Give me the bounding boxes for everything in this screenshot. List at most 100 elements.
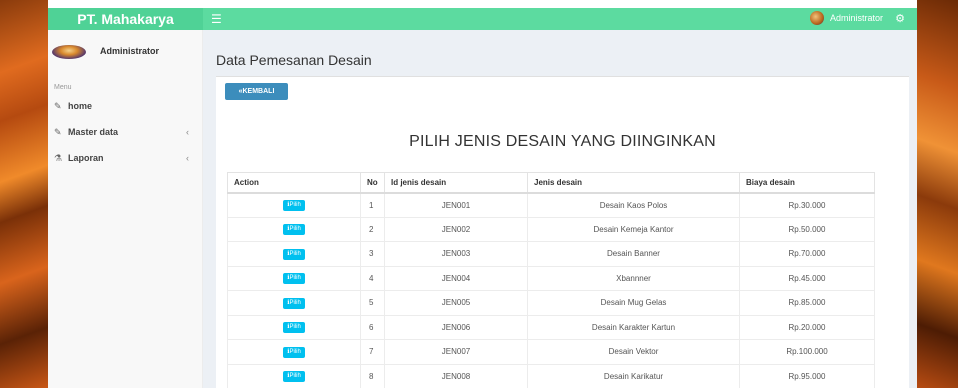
row-biaya: Rp.45.000 <box>739 265 875 291</box>
pilih-label: Pilih <box>289 250 301 257</box>
back-button-label: KEMBALI <box>242 88 275 95</box>
table-row: ℹPilih 7 JEN007 Desain Vektor Rp.100.000 <box>227 339 875 365</box>
row-no: 4 <box>360 265 385 291</box>
table-row: ℹPilih 8 JEN008 Desain Karikatur Rp.95.0… <box>227 363 875 388</box>
window-scrollbar[interactable] <box>944 8 958 388</box>
pilih-button[interactable]: ℹPilih <box>283 322 305 334</box>
content-box: «KEMBALI PILIH JENIS DESAIN YANG DIINGIN… <box>216 76 909 388</box>
row-jenis: Desain Vektor <box>527 339 740 365</box>
table-row: ℹPilih 3 JEN003 Desain Banner Rp.70.000 <box>227 241 875 267</box>
row-no: 8 <box>360 363 385 388</box>
pilih-label: Pilih <box>289 373 301 380</box>
row-id: JEN003 <box>384 241 528 267</box>
row-jenis: Desain Mug Gelas <box>527 290 740 316</box>
row-biaya: Rp.50.000 <box>739 216 875 242</box>
edit-icon: ✎ <box>54 100 62 111</box>
action-cell: ℹPilih <box>227 241 361 267</box>
row-no: 6 <box>360 314 385 340</box>
row-id: JEN004 <box>384 265 528 291</box>
design-type-table: Action No Id jenis desain Jenis desain B… <box>227 172 875 388</box>
chevron-left-icon: ‹ <box>186 153 189 163</box>
pilih-button[interactable]: ℹPilih <box>283 371 305 383</box>
row-biaya: Rp.30.000 <box>739 192 875 218</box>
row-jenis: Xbannner <box>527 265 740 291</box>
sidebar-user-name: Administrator <box>100 46 160 56</box>
row-jenis: Desain Kemeja Kantor <box>527 216 740 242</box>
avatar <box>52 45 86 59</box>
sidebar-item-label: home <box>68 101 93 111</box>
column-header-no[interactable]: No <box>360 172 385 194</box>
row-biaya: Rp.95.000 <box>739 363 875 388</box>
sidebar-item-label: Master data <box>68 127 119 137</box>
pilih-label: Pilih <box>289 324 301 331</box>
column-header-jenis[interactable]: Jenis desain <box>527 172 740 194</box>
row-biaya: Rp.70.000 <box>739 241 875 267</box>
row-biaya: Rp.85.000 <box>739 290 875 316</box>
row-no: 5 <box>360 290 385 316</box>
row-no: 2 <box>360 216 385 242</box>
row-id: JEN007 <box>384 339 528 365</box>
brand-logo[interactable]: PT. Mahakarya <box>48 8 203 30</box>
action-cell: ℹPilih <box>227 363 361 388</box>
sidebar-item-laporan[interactable]: ⚗ Laporan ‹ <box>54 150 199 166</box>
user-menu[interactable]: Administrator <box>809 11 883 25</box>
row-jenis: Desain Kaos Polos <box>527 192 740 218</box>
sitemap-icon: ⚗ <box>54 152 63 163</box>
column-header-action[interactable]: Action <box>227 172 361 194</box>
action-cell: ℹPilih <box>227 192 361 218</box>
desktop-wallpaper-left <box>0 0 48 388</box>
user-name: Administrator <box>829 13 883 23</box>
row-id: JEN002 <box>384 216 528 242</box>
action-cell: ℹPilih <box>227 339 361 365</box>
gears-icon[interactable]: ⚙ <box>895 11 905 27</box>
pilih-label: Pilih <box>289 202 301 208</box>
table-row: ℹPilih 6 JEN006 Desain Karakter Kartun R… <box>227 314 875 340</box>
pilih-button[interactable]: ℹPilih <box>283 224 305 236</box>
column-header-biaya[interactable]: Biaya desain <box>739 172 875 194</box>
row-jenis: Desain Karikatur <box>527 363 740 388</box>
pilih-label: Pilih <box>289 226 301 233</box>
row-biaya: Rp.100.000 <box>739 339 875 365</box>
row-no: 3 <box>360 241 385 267</box>
row-jenis: Desain Karakter Kartun <box>527 314 740 340</box>
table-row: ℹPilih 5 JEN005 Desain Mug Gelas Rp.85.0… <box>227 290 875 316</box>
action-cell: ℹPilih <box>227 290 361 316</box>
action-cell: ℹPilih <box>227 265 361 291</box>
table-row: ℹPilih 4 JEN004 Xbannner Rp.45.000 <box>227 265 875 291</box>
pilih-button[interactable]: ℹPilih <box>283 273 305 285</box>
sidebar-item-home[interactable]: ✎ home <box>54 98 199 114</box>
user-panel: Administrator <box>48 42 203 62</box>
row-id: JEN001 <box>384 192 528 218</box>
row-no: 1 <box>360 192 385 218</box>
row-biaya: Rp.20.000 <box>739 314 875 340</box>
column-header-id[interactable]: Id jenis desain <box>384 172 528 194</box>
action-cell: ℹPilih <box>227 216 361 242</box>
pilih-button[interactable]: ℹPilih <box>283 346 305 358</box>
menu-header: Menu <box>54 84 72 91</box>
table-row: ℹPilih 1 JEN001 Desain Kaos Polos Rp.30.… <box>227 192 875 218</box>
edit-icon: ✎ <box>54 126 62 137</box>
chevron-left-icon: ‹ <box>186 127 189 137</box>
hamburger-icon[interactable]: ☰ <box>211 11 222 27</box>
sidebar-item-master-data[interactable]: ✎ Master data ‹ <box>54 124 199 140</box>
pilih-button[interactable]: ℹPilih <box>283 248 305 260</box>
sidebar-item-label: Laporan <box>68 153 104 163</box>
row-id: JEN005 <box>384 290 528 316</box>
row-jenis: Desain Banner <box>527 241 740 267</box>
section-heading: PILIH JENIS DESAIN YANG DIINGINKAN <box>409 133 716 150</box>
avatar <box>809 11 824 25</box>
main-content: Data Pemesanan Desain «KEMBALI PILIH JEN… <box>203 30 917 388</box>
pilih-label: Pilih <box>289 275 301 282</box>
row-id: JEN006 <box>384 314 528 340</box>
page-title: Data Pemesanan Desain <box>216 52 372 68</box>
back-button[interactable]: «KEMBALI <box>225 83 288 100</box>
top-navbar: PT. Mahakarya ☰ Administrator ⚙ <box>48 8 917 30</box>
row-no: 7 <box>360 339 385 365</box>
sidebar: Administrator Menu ✎ home ✎ Master data … <box>48 30 203 388</box>
pilih-button[interactable]: ℹPilih <box>283 200 305 211</box>
table-header-row: Action No Id jenis desain Jenis desain B… <box>227 172 875 194</box>
row-id: JEN008 <box>384 363 528 388</box>
pilih-label: Pilih <box>289 299 301 306</box>
pilih-button[interactable]: ℹPilih <box>283 297 305 309</box>
table-row: ℹPilih 2 JEN002 Desain Kemeja Kantor Rp.… <box>227 216 875 242</box>
